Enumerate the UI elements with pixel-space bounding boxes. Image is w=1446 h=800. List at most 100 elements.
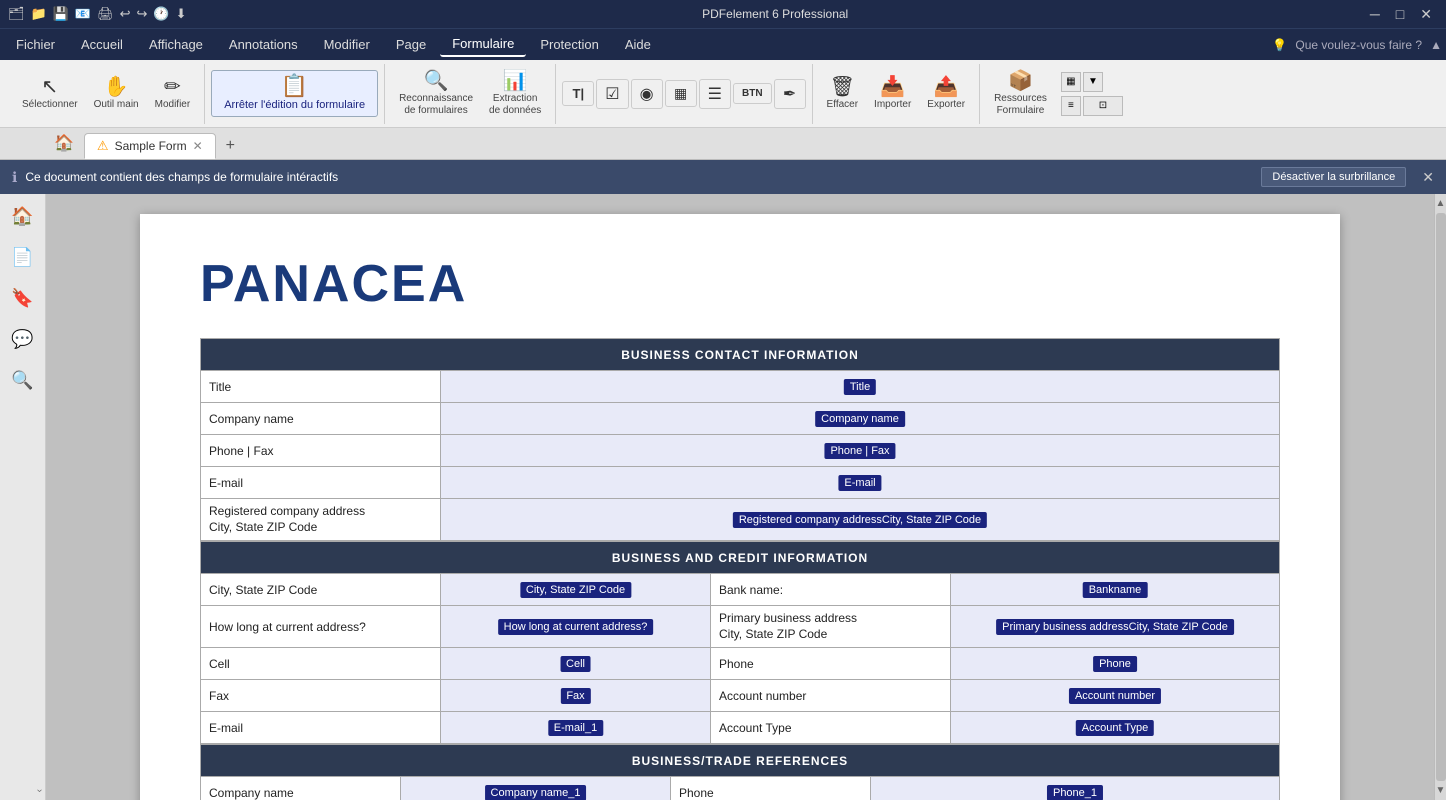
chevron-down-icon[interactable]: ▼: [1083, 72, 1103, 92]
chevron-up-icon[interactable]: ▲: [1430, 38, 1442, 52]
account-type-field-cell[interactable]: Account Type: [951, 712, 1280, 744]
menu-aide[interactable]: Aide: [613, 33, 663, 56]
select-tool-btn[interactable]: ↖ Sélectionner: [14, 73, 86, 115]
primary-address-field[interactable]: Primary business addressCity, State ZIP …: [996, 619, 1234, 635]
effacer-btn[interactable]: 🗑 Effacer: [819, 73, 867, 115]
info-icon: ℹ: [12, 169, 17, 186]
minimize-btn[interactable]: ─: [1364, 6, 1386, 23]
signature-btn[interactable]: ✒: [774, 79, 806, 109]
trade-phone-field-cell[interactable]: Phone_1: [871, 777, 1280, 800]
search-help[interactable]: Que voulez-vous faire ?: [1295, 38, 1422, 52]
phone-field[interactable]: Phone: [1093, 656, 1137, 672]
hand-icon: ✋: [104, 77, 129, 97]
search-icon[interactable]: 🔍: [7, 366, 37, 395]
bank-name-field-cell[interactable]: Bankname: [951, 574, 1280, 606]
title-field-cell[interactable]: Title: [441, 371, 1280, 403]
email2-field[interactable]: E-mail_1: [548, 720, 603, 736]
scroll-up-btn[interactable]: ▲: [1434, 196, 1446, 211]
tab-close-btn[interactable]: ✕: [193, 139, 203, 153]
select-icon: ↖: [41, 77, 58, 97]
cell-field-cell[interactable]: Cell: [441, 648, 711, 680]
menu-annotations[interactable]: Annotations: [217, 33, 310, 56]
account-type-field[interactable]: Account Type: [1076, 720, 1154, 736]
table-row: Registered company addressCity, State ZI…: [201, 499, 1280, 541]
edit-icon: ✏: [164, 77, 181, 97]
hand-tool-btn[interactable]: ✋ Outil main: [86, 73, 147, 115]
radio-btn[interactable]: ◉: [631, 79, 663, 109]
menu-protection[interactable]: Protection: [528, 33, 611, 56]
content-area[interactable]: PANACEA BUSINESS CONTACT INFORMATION Tit…: [46, 194, 1434, 800]
listbox-btn[interactable]: ☰: [699, 79, 731, 109]
city-zip-field-cell[interactable]: City, State ZIP Code: [441, 574, 711, 606]
reg-address-field-cell[interactable]: Registered company addressCity, State ZI…: [441, 499, 1280, 541]
table-row: Cell Cell Phone Phone: [201, 648, 1280, 680]
layout-list-btn[interactable]: ≡: [1061, 96, 1081, 116]
text-field-btn[interactable]: T|: [562, 81, 594, 106]
tab-label: Sample Form: [115, 139, 187, 153]
info-close-btn[interactable]: ✕: [1422, 169, 1434, 186]
comments-icon[interactable]: 💬: [7, 325, 37, 354]
layout-grid-btn[interactable]: ▦: [1061, 72, 1081, 92]
primary-address-field-cell[interactable]: Primary business addressCity, State ZIP …: [951, 606, 1280, 648]
menu-formulaire[interactable]: Formulaire: [440, 32, 526, 57]
trade-company-field[interactable]: Company name_1: [485, 785, 587, 800]
city-zip-field[interactable]: City, State ZIP Code: [520, 582, 631, 598]
email2-field-cell[interactable]: E-mail_1: [441, 712, 711, 744]
close-btn[interactable]: ✕: [1414, 6, 1438, 23]
how-long-field[interactable]: How long at current address?: [498, 619, 654, 635]
combo-btn[interactable]: ▦: [665, 80, 697, 107]
menu-modifier[interactable]: Modifier: [312, 33, 382, 56]
scroll-down-btn[interactable]: ▼: [1434, 783, 1446, 798]
menu-fichier[interactable]: Fichier: [4, 33, 67, 56]
phone-fax-field[interactable]: Phone | Fax: [824, 443, 895, 459]
menu-accueil[interactable]: Accueil: [69, 33, 135, 56]
ressources-btn[interactable]: 📦 RessourcesFormulaire: [986, 67, 1055, 121]
how-long-field-cell[interactable]: How long at current address?: [441, 606, 711, 648]
main-layout: 🏠 📄 🔖 💬 🔍 › PANACEA BUSINESS CONTACT INF…: [0, 194, 1446, 800]
menu-affichage[interactable]: Affichage: [137, 33, 215, 56]
sample-form-tab[interactable]: ⚠ Sample Form ✕: [84, 133, 216, 159]
importer-icon: 📥: [880, 77, 905, 97]
signature-icon: ✒: [783, 84, 796, 104]
pdf-document: PANACEA BUSINESS CONTACT INFORMATION Tit…: [140, 214, 1340, 800]
email-field-cell[interactable]: E-mail: [441, 467, 1280, 499]
disable-highlight-btn[interactable]: Désactiver la surbrillance: [1261, 167, 1406, 187]
trade-company-field-cell[interactable]: Company name_1: [401, 777, 671, 800]
account-number-field-cell[interactable]: Account number: [951, 680, 1280, 712]
listbox-icon: ☰: [708, 84, 722, 104]
stop-form-edit-btn[interactable]: 📋 Arrêter l'édition du formulaire: [211, 70, 378, 117]
importer-btn[interactable]: 📥 Importer: [866, 73, 919, 115]
email-field[interactable]: E-mail: [838, 475, 881, 491]
reg-address-field[interactable]: Registered company addressCity, State ZI…: [733, 512, 987, 528]
fax-field[interactable]: Fax: [560, 688, 590, 704]
company-name-field[interactable]: Company name: [815, 411, 905, 427]
bookmarks-icon[interactable]: 🔖: [7, 284, 37, 313]
layout-detail-btn[interactable]: ⊡: [1083, 96, 1123, 116]
recognize-btn[interactable]: 🔍 Reconnaissancede formulaires: [391, 67, 481, 121]
account-type-label: Account Type: [711, 712, 951, 744]
fax-field-cell[interactable]: Fax: [441, 680, 711, 712]
menu-page[interactable]: Page: [384, 33, 438, 56]
company-name-field-cell[interactable]: Company name: [441, 403, 1280, 435]
pages-icon[interactable]: 📄: [7, 243, 37, 272]
btn-field-btn[interactable]: BTN: [733, 83, 772, 104]
bank-name-field[interactable]: Bankname: [1083, 582, 1148, 598]
maximize-btn[interactable]: □: [1390, 6, 1410, 23]
title-field[interactable]: Title: [844, 379, 876, 395]
edit-tool-btn[interactable]: ✏ Modifier: [147, 73, 199, 115]
exporter-btn[interactable]: 📤 Exporter: [919, 73, 973, 115]
right-sidebar: ▲ ▼: [1434, 194, 1446, 800]
cell-field[interactable]: Cell: [560, 656, 591, 672]
trade-phone-field[interactable]: Phone_1: [1047, 785, 1103, 800]
phone-field-cell[interactable]: Phone: [951, 648, 1280, 680]
checkbox-btn[interactable]: ☑: [596, 79, 628, 109]
account-number-field[interactable]: Account number: [1069, 688, 1161, 704]
extract-btn[interactable]: 📊 Extractionde données: [481, 67, 549, 121]
new-tab-btn[interactable]: +: [218, 133, 243, 159]
toolbar: ↖ Sélectionner ✋ Outil main ✏ Modifier 📋…: [0, 60, 1446, 128]
home-sidebar-icon[interactable]: 🏠: [50, 129, 78, 157]
home-icon[interactable]: 🏠: [7, 202, 37, 231]
sidebar-toggle-btn[interactable]: ›: [34, 789, 45, 792]
phone-fax-field-cell[interactable]: Phone | Fax: [441, 435, 1280, 467]
bank-name-label: Bank name:: [711, 574, 951, 606]
